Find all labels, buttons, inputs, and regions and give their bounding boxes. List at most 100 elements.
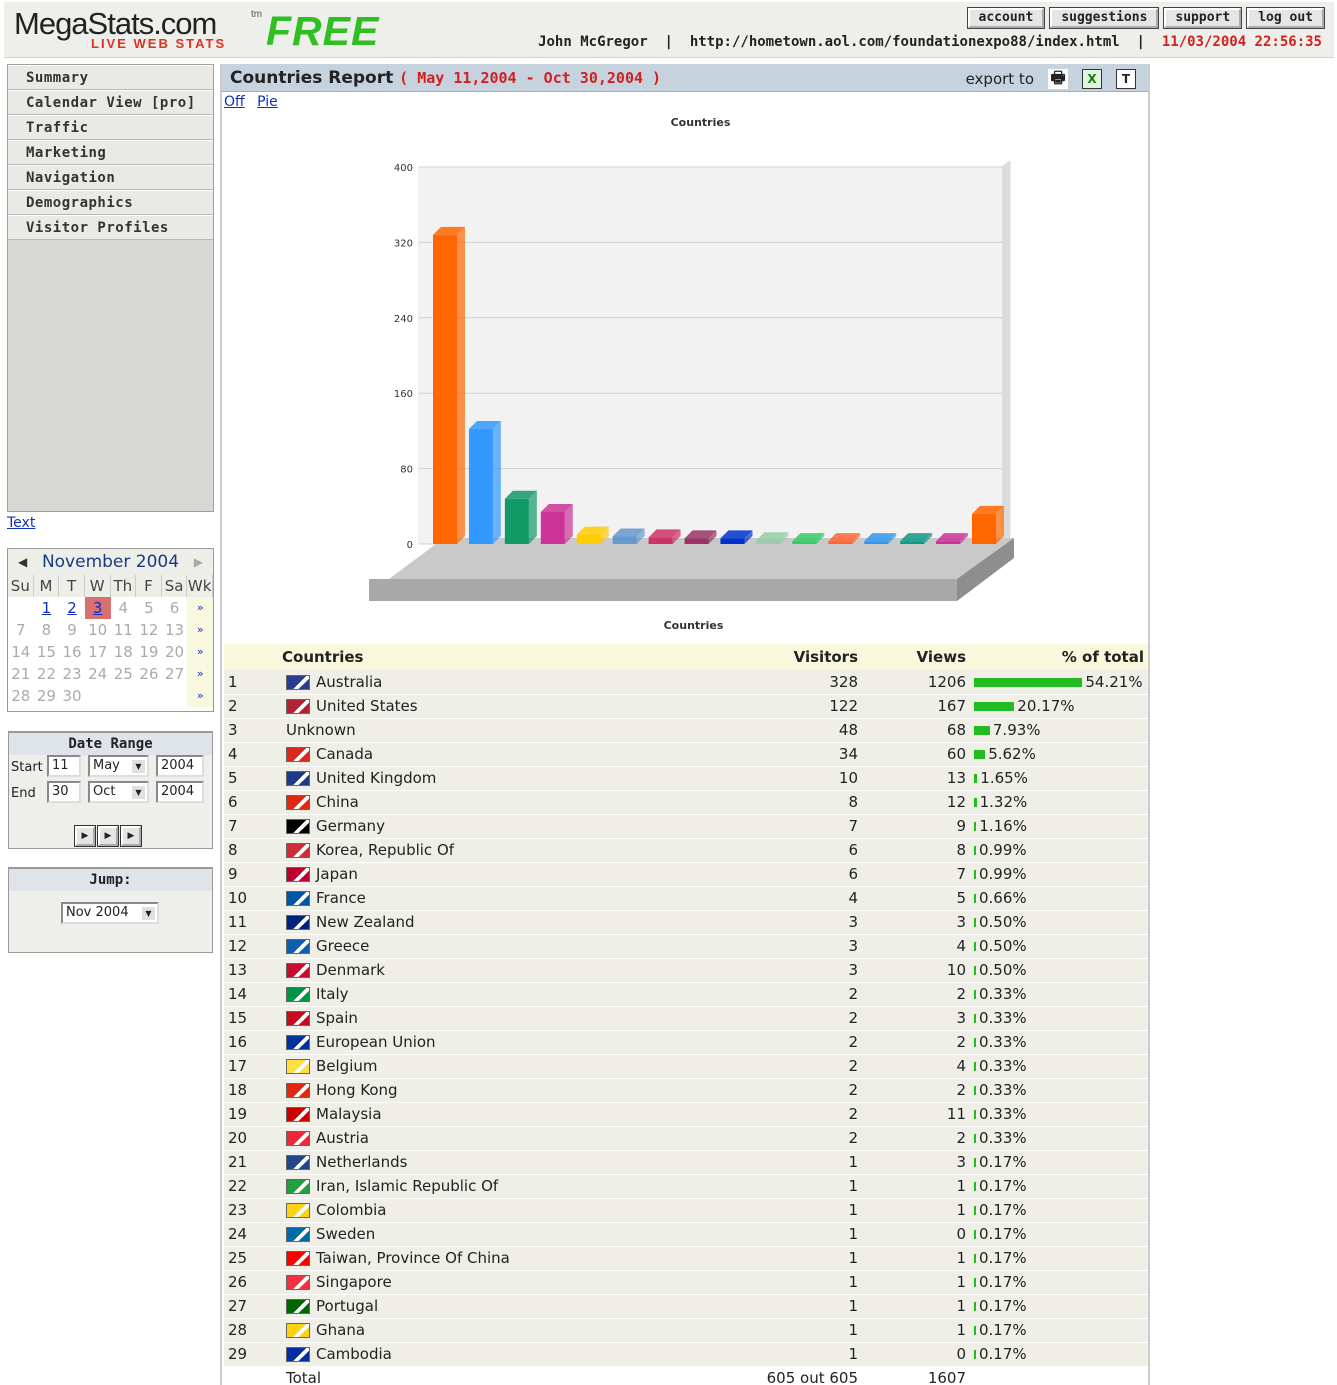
play-icon[interactable]: ▶ (97, 825, 119, 847)
percent-cell: 0.17% (970, 1174, 1148, 1199)
header-info: John McGregor | http://hometown.aol.com/… (538, 34, 1322, 50)
table-row: 19 Malaysia 2 11 0.33% (224, 1102, 1148, 1127)
calendar-day: 22 (36, 665, 56, 683)
percent-value: 0.17% (979, 1297, 1027, 1315)
week-link[interactable]: » (187, 641, 213, 663)
country-name: Iran, Islamic Republic Of (316, 1177, 499, 1195)
calendar-day: 18 (113, 643, 133, 661)
play-icon[interactable]: ▶ (74, 825, 96, 847)
table-row: 11 New Zealand 3 3 0.50% (224, 910, 1148, 935)
flag-icon (286, 1251, 310, 1266)
export-bar: export to 🖶 X T (966, 69, 1136, 89)
start-label: Start (11, 760, 43, 775)
y-tick-label: 400 (394, 163, 413, 174)
text-export-icon[interactable]: T (1116, 69, 1136, 89)
nav-visitor-profiles[interactable]: Visitor Profiles (8, 215, 213, 240)
flag-icon (286, 699, 310, 714)
text-mode-link[interactable]: Text (7, 515, 35, 531)
bar (468, 429, 493, 544)
calendar-day (8, 597, 34, 619)
account-button[interactable]: account (966, 7, 1046, 29)
views-cell: 9 (862, 814, 970, 839)
countries-header[interactable]: Countries (282, 644, 757, 670)
week-link[interactable]: » (187, 663, 213, 685)
country-name: United States (316, 697, 418, 715)
percent-header[interactable]: % of total (970, 644, 1148, 670)
percent-cell: 0.33% (970, 1006, 1148, 1031)
percent-bar (974, 822, 977, 831)
visitors-cell: 4 (757, 886, 862, 911)
start-month-select[interactable]: May ▼ (88, 755, 149, 777)
start-day-input[interactable]: 11 (47, 755, 81, 777)
bar (792, 541, 817, 544)
flag-icon (286, 867, 310, 882)
week-link[interactable]: » (187, 619, 213, 641)
end-day-input[interactable]: 30 (47, 781, 81, 803)
nav-marketing[interactable]: Marketing (8, 140, 213, 165)
calendar-grid: Su M T W Th F Sa Wk 1 2 3 4 5 6» 7 8 9 10 11 12 13» 14 15 16 17 1… (8, 575, 213, 707)
country-name: Italy (316, 985, 349, 1003)
support-button[interactable]: support (1163, 7, 1243, 29)
country-name: Ghana (316, 1321, 366, 1339)
page: { "header": { "logo_main": "MegaStats.co… (0, 0, 1337, 1385)
percent-cell: 0.17% (970, 1198, 1148, 1223)
calendar-day[interactable]: 3 (84, 597, 111, 619)
visitors-cell: 34 (757, 742, 862, 767)
nav-traffic[interactable]: Traffic (8, 115, 213, 140)
percent-bar (974, 1014, 976, 1023)
nav-navigation[interactable]: Navigation (8, 165, 213, 190)
calendar-day[interactable]: 1 (34, 597, 60, 619)
suggestions-button[interactable]: suggestions (1049, 7, 1160, 29)
bar (648, 537, 673, 544)
percent-bar (974, 1230, 976, 1239)
country-cell: United States (282, 694, 757, 719)
visitors-cell: 2 (757, 1078, 862, 1103)
percent-bar (974, 1302, 976, 1311)
calendar: ◀ November 2004 ▶ Su M T W Th F Sa Wk 1 2 3 4 5 6» 7 8 9… (7, 548, 214, 712)
printer-icon[interactable]: 🖶 (1048, 69, 1068, 89)
week-link[interactable]: » (187, 685, 213, 707)
end-month-select[interactable]: Oct ▼ (88, 781, 149, 803)
nav-calendar-view[interactable]: Calendar View [pro] (8, 90, 213, 115)
calendar-day: 15 (36, 643, 56, 661)
visitors-cell: 7 (757, 814, 862, 839)
play-icon[interactable]: ▶ (120, 825, 142, 847)
country-name: Korea, Republic Of (316, 841, 455, 859)
country-cell: Iran, Islamic Republic Of (282, 1174, 757, 1199)
percent-value: 0.17% (979, 1201, 1027, 1219)
calendar-day-header: M (33, 575, 60, 597)
next-month-icon[interactable]: ▶ (194, 549, 203, 575)
nav-summary[interactable]: Summary (8, 65, 213, 90)
table-row: 26 Singapore 1 1 0.17% (224, 1270, 1148, 1295)
jump-panel: Jump: Nov 2004 ▼ (8, 867, 213, 953)
excel-icon[interactable]: X (1082, 69, 1102, 89)
calendar-day[interactable]: 2 (59, 597, 85, 619)
chevron-down-icon: ▼ (132, 786, 145, 799)
country-cell: New Zealand (282, 910, 757, 935)
range-buttons: ▶ ▶ ▶ (74, 825, 142, 847)
table-row: 15 Spain 2 3 0.33% (224, 1006, 1148, 1031)
calendar-day: 4 (118, 599, 129, 617)
visitors-header[interactable]: Visitors (757, 644, 862, 670)
percent-cell: 0.17% (970, 1270, 1148, 1295)
calendar-day: 28 (11, 687, 31, 705)
current-datetime: 11/03/2004 22:56:35 (1161, 34, 1322, 50)
calendar-day: 30 (62, 687, 82, 705)
bar (612, 536, 637, 544)
bar (720, 538, 745, 544)
week-link[interactable]: » (187, 597, 213, 619)
rank-header (224, 644, 282, 670)
logo[interactable]: MegaStats.com tm LIVE WEB STATS (14, 6, 262, 51)
percent-cell: 0.33% (970, 1126, 1148, 1151)
percent-cell: 1.65% (970, 766, 1148, 791)
start-year-input[interactable]: 2004 (156, 755, 204, 777)
percent-value: 0.33% (979, 1129, 1027, 1147)
end-year-input[interactable]: 2004 (156, 781, 204, 803)
jump-select[interactable]: Nov 2004 ▼ (61, 902, 159, 924)
calendar-day: 19 (139, 643, 159, 661)
prev-month-icon[interactable]: ◀ (18, 549, 27, 575)
log-out-button[interactable]: log out (1246, 7, 1325, 29)
table-row: 3 Unknown 48 68 7.93% (224, 718, 1148, 743)
views-header[interactable]: Views (862, 644, 970, 670)
nav-demographics[interactable]: Demographics (8, 190, 213, 215)
